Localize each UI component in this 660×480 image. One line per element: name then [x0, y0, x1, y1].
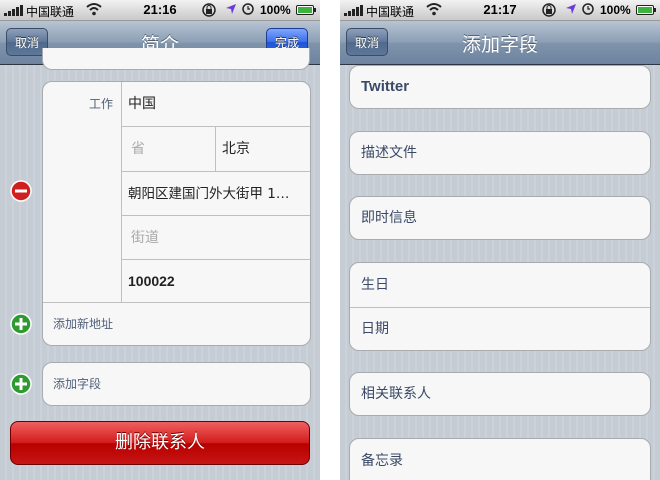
add-field-plus-icon[interactable]: [10, 373, 32, 395]
add-plus-icon[interactable]: [10, 313, 32, 335]
add-field-screen: 中国联通 21:17 100% 取消 添加字段 Twitter 描述文件 即时信…: [340, 0, 660, 480]
province-field[interactable]: 省: [131, 127, 211, 171]
birthday-field-option[interactable]: 生日: [361, 263, 641, 307]
location-arrow-icon: [226, 4, 236, 14]
add-new-address[interactable]: 添加新地址: [53, 303, 293, 345]
address-group: 工作 中国 省 北京 朝阳区建国门外大街甲 1… 街道 100022 添加新地址: [42, 81, 311, 346]
status-bar: 中国联通 21:17 100%: [340, 0, 660, 21]
location-arrow-icon: [566, 4, 576, 14]
field-group-notes: 备忘录: [349, 438, 651, 480]
previous-field-group: [42, 48, 310, 70]
delete-minus-icon[interactable]: [10, 180, 32, 202]
battery-percent: 100%: [260, 3, 291, 17]
address-type-label[interactable]: 工作: [43, 82, 119, 126]
twitter-field-option[interactable]: Twitter: [361, 66, 641, 108]
alarm-icon: [582, 3, 594, 15]
date-field-option[interactable]: 日期: [361, 308, 641, 350]
im-field-option[interactable]: 即时信息: [361, 197, 641, 239]
street-field[interactable]: 朝阳区建国门外大街甲 1…: [128, 172, 310, 216]
navigation-bar: 取消 添加字段: [340, 21, 660, 65]
status-bar: 中国联通 21:16 100%: [0, 0, 320, 21]
delete-contact-button[interactable]: 删除联系人: [10, 421, 310, 465]
profile-field-option[interactable]: 描述文件: [361, 132, 641, 174]
battery-icon: [296, 5, 316, 15]
battery-percent: 100%: [600, 3, 631, 17]
field-group-im: 即时信息: [349, 196, 651, 240]
notes-field-option[interactable]: 备忘录: [361, 439, 641, 480]
field-group-twitter: Twitter: [349, 65, 651, 109]
field-group-profile: 描述文件: [349, 131, 651, 175]
country-field[interactable]: 中国: [128, 82, 308, 126]
alarm-icon: [242, 3, 254, 15]
rotation-lock-icon: [202, 3, 216, 17]
rotation-lock-icon: [542, 3, 556, 17]
battery-icon: [636, 5, 656, 15]
related-field-option[interactable]: 相关联系人: [361, 373, 641, 415]
postcode-field[interactable]: 100022: [128, 260, 308, 302]
add-field-group: 添加字段: [42, 362, 311, 406]
street2-field[interactable]: 街道: [131, 216, 311, 260]
add-field-row[interactable]: 添加字段: [53, 363, 293, 405]
field-group-related: 相关联系人: [349, 372, 651, 416]
field-group-dates: 生日 日期: [349, 262, 651, 351]
contact-edit-screen: 中国联通 21:16 100% 取消 简介 完成 工作 中国 省 北京 朝阳区建…: [0, 0, 320, 480]
page-title: 添加字段: [461, 34, 538, 56]
city-field[interactable]: 北京: [222, 127, 308, 171]
